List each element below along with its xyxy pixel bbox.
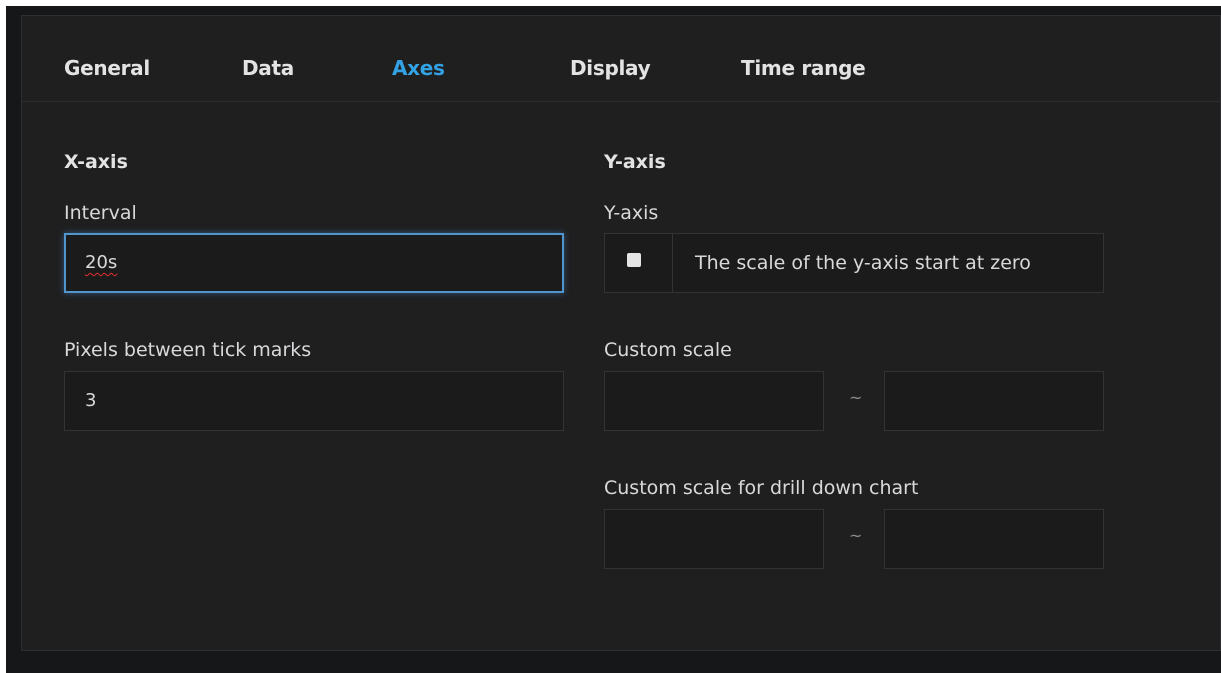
start-at-zero-label: The scale of the y-axis start at zero [695, 252, 1031, 274]
drill-scale-label: Custom scale for drill down chart [604, 477, 919, 499]
tab-data[interactable]: Data [242, 56, 294, 80]
y-axis-section-title: Y-axis [604, 151, 666, 173]
custom-scale-separator: ~ [849, 388, 863, 407]
tab-time-range[interactable]: Time range [741, 56, 866, 80]
drill-scale-max-input[interactable] [884, 509, 1104, 569]
tick-marks-label: Pixels between tick marks [64, 339, 312, 361]
custom-scale-max-input[interactable] [884, 371, 1104, 431]
editor-panel: General Data Axes Display Time range X-a… [21, 15, 1221, 651]
checkbox-cell [605, 234, 673, 292]
custom-scale-min-input[interactable] [604, 371, 824, 431]
window-frame: General Data Axes Display Time range X-a… [6, 6, 1221, 673]
y-axis-label: Y-axis [604, 202, 659, 224]
drill-scale-separator: ~ [849, 526, 863, 545]
start-at-zero-checkbox[interactable] [627, 253, 641, 267]
interval-label: Interval [64, 202, 137, 224]
interval-input[interactable]: 20s [64, 233, 564, 293]
tab-general[interactable]: General [64, 56, 150, 80]
y-axis-start-zero-toggle[interactable]: The scale of the y-axis start at zero [604, 233, 1104, 293]
tick-marks-value: 3 [85, 390, 97, 411]
tab-axes[interactable]: Axes [392, 56, 445, 80]
drill-scale-min-input[interactable] [604, 509, 824, 569]
x-axis-section-title: X-axis [64, 151, 128, 173]
tab-display[interactable]: Display [570, 56, 651, 80]
tab-bar: General Data Axes Display Time range [22, 16, 1220, 102]
custom-scale-label: Custom scale [604, 339, 732, 361]
interval-value: 20s [85, 252, 118, 273]
tick-marks-input[interactable]: 3 [64, 371, 564, 431]
